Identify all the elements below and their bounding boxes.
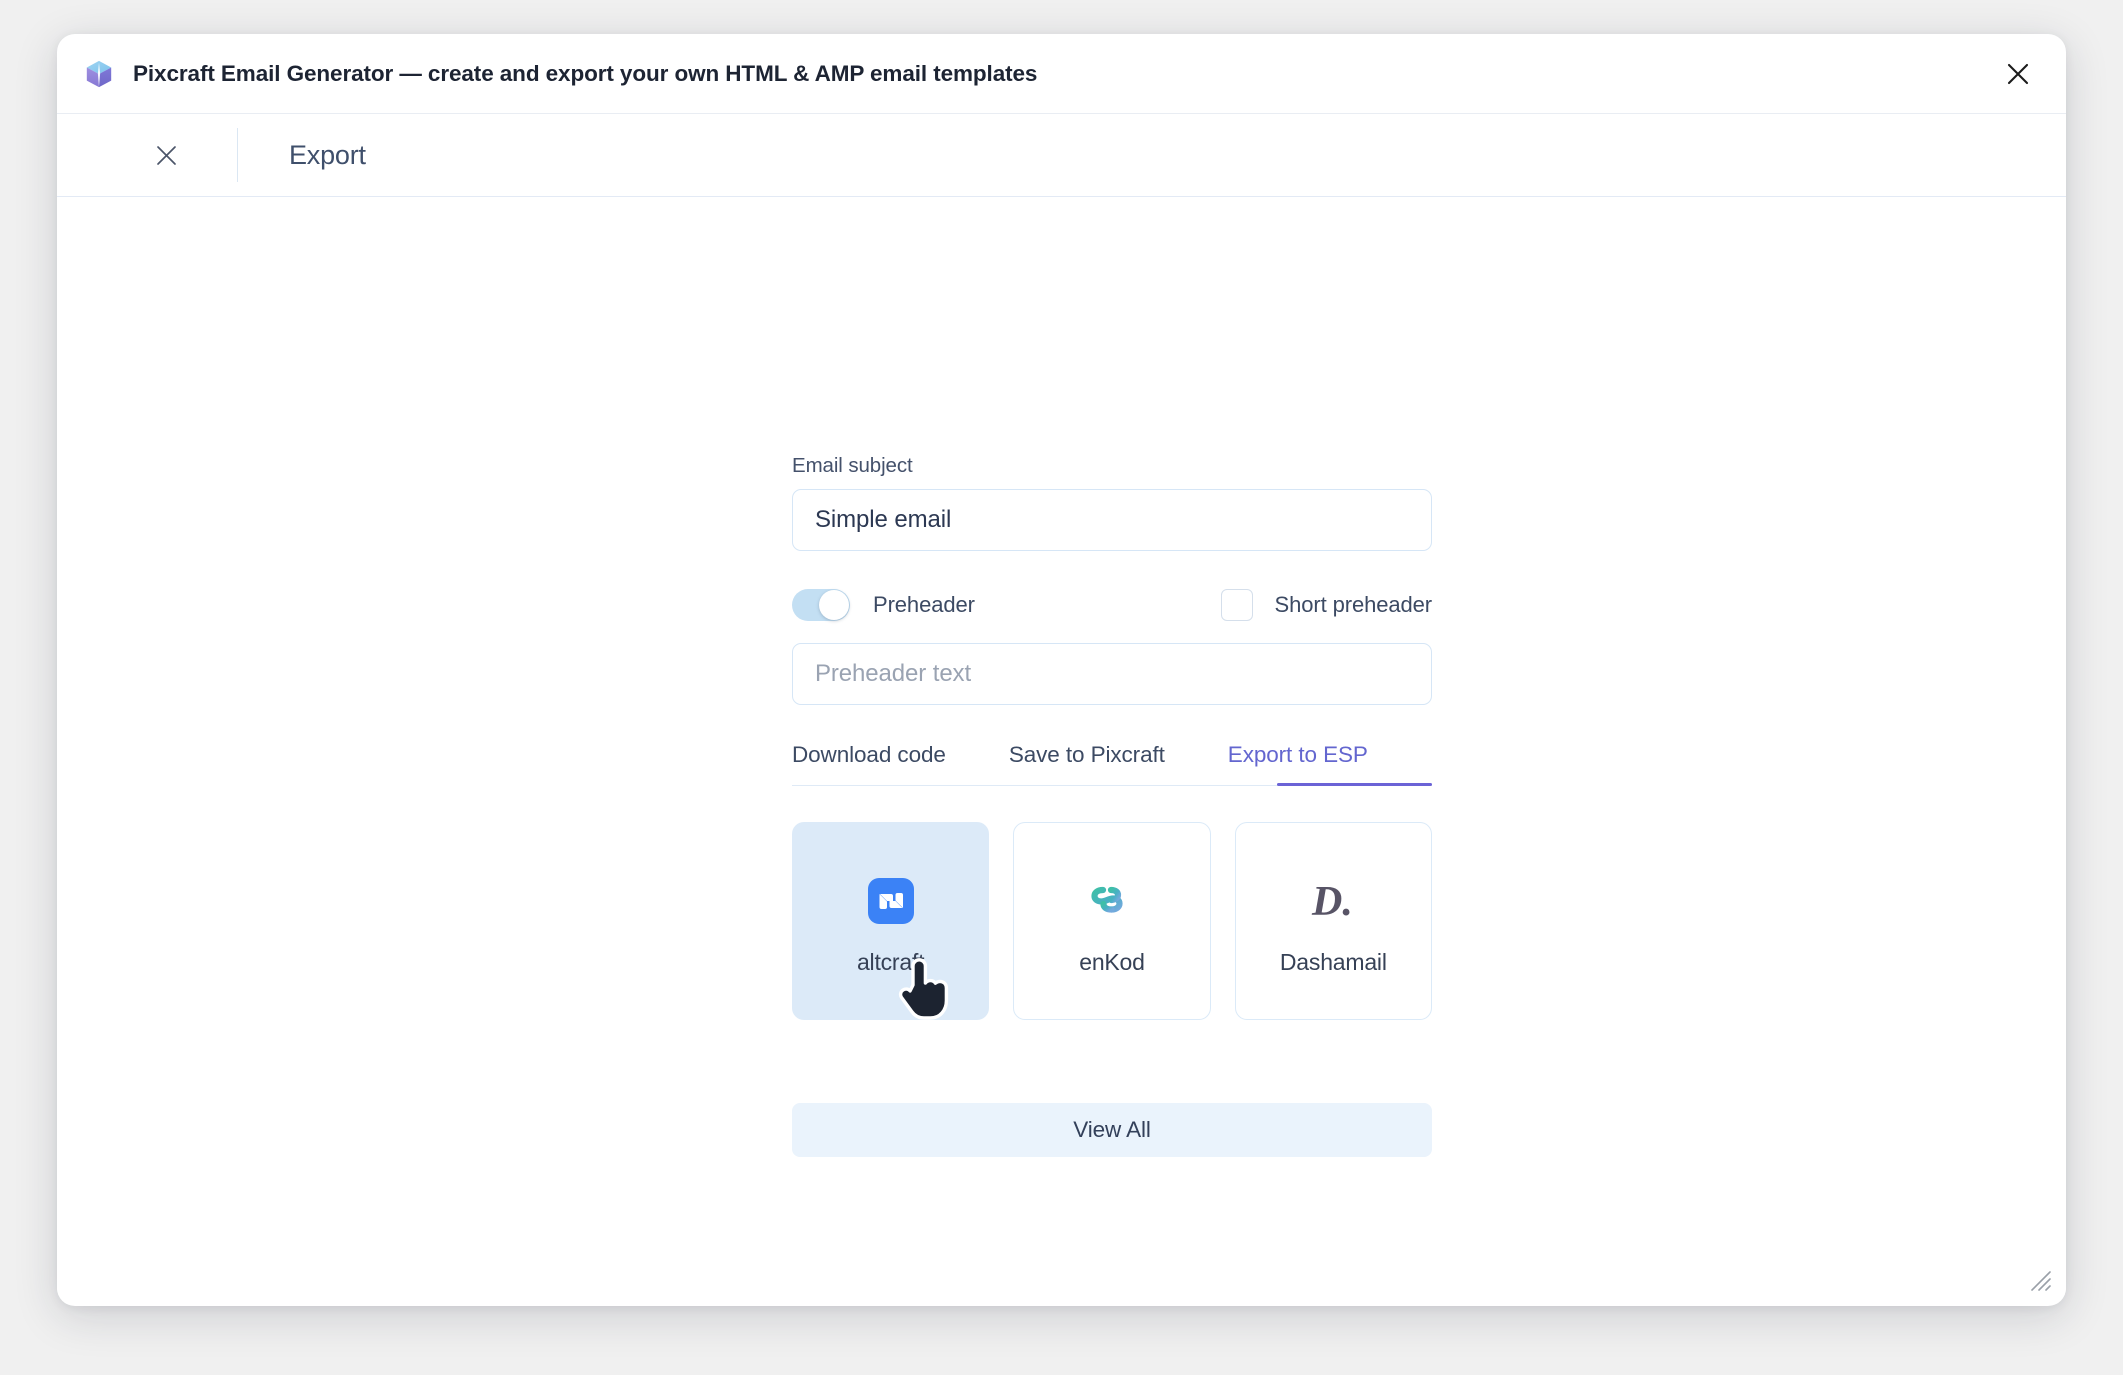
cube-icon [86, 60, 112, 87]
esp-card-label: Dashamail [1279, 948, 1387, 975]
dashamail-logo-icon: D. [1304, 867, 1362, 935]
modal-title: Export [289, 139, 366, 170]
short-preheader-group: Short preheader [1220, 589, 1433, 621]
esp-card-grid: altcraft enKod D. Dashamail [792, 822, 1432, 1020]
close-icon [2007, 63, 2029, 84]
short-preheader-label: Short preheader [1274, 592, 1433, 617]
window-title: Pixcraft Email Generator — create and ex… [133, 60, 1038, 86]
window-close-button[interactable] [1996, 52, 2040, 96]
esp-card-enkod[interactable]: enKod [1013, 822, 1211, 1020]
modal-header: Export [57, 113, 2066, 197]
email-subject-label: Email subject [792, 454, 913, 477]
enkod-logo-icon [1084, 867, 1140, 935]
window-titlebar: Pixcraft Email Generator — create and ex… [57, 34, 2066, 113]
esp-card-altcraft[interactable]: altcraft [792, 822, 990, 1020]
esp-card-dashamail[interactable]: D. Dashamail [1234, 822, 1432, 1020]
tab-export-to-esp[interactable]: Export to ESP [1228, 742, 1368, 785]
svg-text:D.: D. [1311, 879, 1353, 925]
esp-card-label: altcraft [856, 948, 925, 975]
toggle-knob [819, 590, 849, 620]
modal-body: Email subject Preheader Short preheader … [57, 197, 2066, 1304]
email-subject-input[interactable] [792, 489, 1432, 551]
preheader-toggle[interactable] [792, 589, 850, 621]
export-tabs: Download code Save to Pixcraft Export to… [792, 742, 1432, 786]
short-preheader-checkbox[interactable] [1220, 589, 1253, 621]
view-all-button[interactable]: View All [792, 1103, 1432, 1157]
app-window: Pixcraft Email Generator — create and ex… [57, 34, 2066, 1306]
titlebar-left-group: Pixcraft Email Generator — create and ex… [84, 59, 1996, 89]
resize-grip-icon[interactable] [2025, 1265, 2051, 1291]
close-icon [156, 145, 176, 165]
modal-close-button[interactable] [146, 135, 186, 175]
tab-save-to-pixcraft[interactable]: Save to Pixcraft [1009, 742, 1165, 785]
tab-download-code[interactable]: Download code [792, 742, 946, 785]
header-divider [237, 128, 238, 182]
preheader-toggle-label: Preheader [873, 592, 975, 617]
esp-card-label: enKod [1079, 948, 1145, 975]
altcraft-logo-icon [867, 867, 914, 935]
preheader-text-input[interactable] [792, 643, 1432, 705]
export-form: Email subject Preheader Short preheader … [792, 454, 1432, 1157]
preheader-row: Preheader Short preheader [792, 587, 1432, 623]
